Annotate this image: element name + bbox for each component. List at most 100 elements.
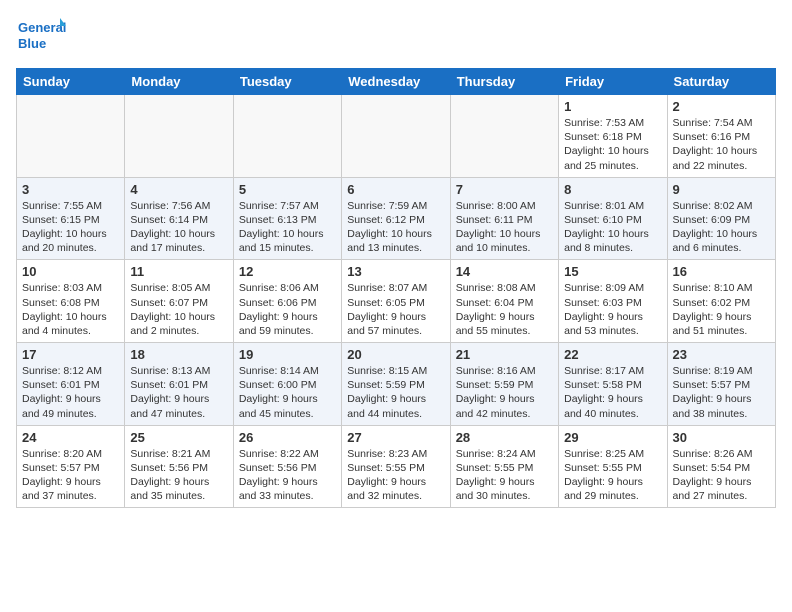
day-number: 17 xyxy=(22,347,119,362)
day-info: Daylight: 10 hours and 2 minutes. xyxy=(130,310,227,338)
day-info: Daylight: 10 hours and 17 minutes. xyxy=(130,227,227,255)
weekday-header: Monday xyxy=(125,69,233,95)
day-info: Sunrise: 7:55 AM xyxy=(22,199,119,213)
day-info: Sunrise: 8:25 AM xyxy=(564,447,661,461)
day-info: Sunset: 6:16 PM xyxy=(673,130,770,144)
day-info: Sunset: 6:09 PM xyxy=(673,213,770,227)
day-number: 16 xyxy=(673,264,770,279)
logo: General Blue xyxy=(16,16,66,60)
calendar-cell: 11 Sunrise: 8:05 AMSunset: 6:07 PMDayligh… xyxy=(125,260,233,343)
day-info: Sunrise: 8:23 AM xyxy=(347,447,444,461)
day-info: Sunrise: 8:19 AM xyxy=(673,364,770,378)
day-info: Sunset: 5:54 PM xyxy=(673,461,770,475)
calendar-cell xyxy=(233,95,341,178)
weekday-header: Wednesday xyxy=(342,69,450,95)
calendar-cell: 24Sunrise: 8:20 AMSunset: 5:57 PMDayligh… xyxy=(17,425,125,508)
day-info: Sunrise: 8:20 AM xyxy=(22,447,119,461)
calendar-cell: 22Sunrise: 8:17 AMSunset: 5:58 PMDayligh… xyxy=(559,343,667,426)
day-info: Sunrise: 8:14 AM xyxy=(239,364,336,378)
day-info: Sunset: 6:15 PM xyxy=(22,213,119,227)
day-info: Daylight: 9 hours and 42 minutes. xyxy=(456,392,553,420)
day-info: Sunset: 6:07 PM xyxy=(130,296,227,310)
calendar-cell: 17Sunrise: 8:12 AMSunset: 6:01 PMDayligh… xyxy=(17,343,125,426)
calendar-header-row: SundayMondayTuesdayWednesdayThursdayFrid… xyxy=(17,69,776,95)
day-info: Sunset: 6:04 PM xyxy=(456,296,553,310)
day-info: Daylight: 10 hours and 15 minutes. xyxy=(239,227,336,255)
day-info: Sunrise: 7:57 AM xyxy=(239,199,336,213)
day-number: 7 xyxy=(456,182,553,197)
day-number: 25 xyxy=(130,430,227,445)
calendar-cell: 15Sunrise: 8:09 AMSunset: 6:03 PMDayligh… xyxy=(559,260,667,343)
calendar-cell: 23Sunrise: 8:19 AMSunset: 5:57 PMDayligh… xyxy=(667,343,775,426)
day-info: Daylight: 9 hours and 33 minutes. xyxy=(239,475,336,503)
weekday-header: Thursday xyxy=(450,69,558,95)
calendar-week-row: 17Sunrise: 8:12 AMSunset: 6:01 PMDayligh… xyxy=(17,343,776,426)
calendar-cell xyxy=(125,95,233,178)
day-info: Daylight: 9 hours and 47 minutes. xyxy=(130,392,227,420)
day-info: Sunset: 6:01 PM xyxy=(22,378,119,392)
day-number: 1 xyxy=(564,99,661,114)
day-info: Daylight: 9 hours and 44 minutes. xyxy=(347,392,444,420)
day-info: Sunset: 5:59 PM xyxy=(347,378,444,392)
day-number: 6 xyxy=(347,182,444,197)
day-info: Sunrise: 7:56 AM xyxy=(130,199,227,213)
day-info: Daylight: 9 hours and 38 minutes. xyxy=(673,392,770,420)
day-info: Sunrise: 8:08 AM xyxy=(456,281,553,295)
day-info: Daylight: 9 hours and 45 minutes. xyxy=(239,392,336,420)
weekday-header: Tuesday xyxy=(233,69,341,95)
day-number: 20 xyxy=(347,347,444,362)
day-number: 5 xyxy=(239,182,336,197)
day-number: 26 xyxy=(239,430,336,445)
day-info: Sunrise: 8:05 AM xyxy=(130,281,227,295)
day-info: Sunset: 5:56 PM xyxy=(239,461,336,475)
calendar-cell: 1Sunrise: 7:53 AMSunset: 6:18 PMDaylight… xyxy=(559,95,667,178)
day-info: Sunset: 5:59 PM xyxy=(456,378,553,392)
day-info: Sunrise: 8:12 AM xyxy=(22,364,119,378)
day-info: Sunset: 6:10 PM xyxy=(564,213,661,227)
day-info: Sunset: 6:11 PM xyxy=(456,213,553,227)
day-info: Sunrise: 8:22 AM xyxy=(239,447,336,461)
calendar-cell: 2Sunrise: 7:54 AMSunset: 6:16 PMDaylight… xyxy=(667,95,775,178)
page-header: General Blue xyxy=(16,16,776,60)
calendar-cell: 12Sunrise: 8:06 AMSunset: 6:06 PMDayligh… xyxy=(233,260,341,343)
day-info: Sunrise: 8:03 AM xyxy=(22,281,119,295)
day-number: 14 xyxy=(456,264,553,279)
day-number: 30 xyxy=(673,430,770,445)
day-number: 12 xyxy=(239,264,336,279)
day-info: Daylight: 10 hours and 22 minutes. xyxy=(673,144,770,172)
day-info: Sunrise: 8:15 AM xyxy=(347,364,444,378)
day-info: Sunset: 6:12 PM xyxy=(347,213,444,227)
day-info: Daylight: 10 hours and 25 minutes. xyxy=(564,144,661,172)
day-info: Daylight: 10 hours and 13 minutes. xyxy=(347,227,444,255)
day-info: Daylight: 9 hours and 30 minutes. xyxy=(456,475,553,503)
day-number: 2 xyxy=(673,99,770,114)
calendar-cell: 28Sunrise: 8:24 AMSunset: 5:55 PMDayligh… xyxy=(450,425,558,508)
calendar-cell: 7Sunrise: 8:00 AMSunset: 6:11 PMDaylight… xyxy=(450,177,558,260)
day-info: Daylight: 9 hours and 40 minutes. xyxy=(564,392,661,420)
day-number: 11 xyxy=(130,264,227,279)
calendar-cell xyxy=(450,95,558,178)
day-info: Daylight: 9 hours and 35 minutes. xyxy=(130,475,227,503)
calendar-cell: 26 Sunrise: 8:22 AMSunset: 5:56 PMDayligh… xyxy=(233,425,341,508)
day-info: Sunrise: 8:21 AM xyxy=(130,447,227,461)
calendar-cell: 20 Sunrise: 8:15 AMSunset: 5:59 PMDayligh… xyxy=(342,343,450,426)
calendar-week-row: 24Sunrise: 8:20 AMSunset: 5:57 PMDayligh… xyxy=(17,425,776,508)
day-info: Sunset: 6:06 PM xyxy=(239,296,336,310)
day-info: Sunset: 6:01 PM xyxy=(130,378,227,392)
day-info: Daylight: 9 hours and 29 minutes. xyxy=(564,475,661,503)
day-info: Sunset: 6:14 PM xyxy=(130,213,227,227)
day-number: 8 xyxy=(564,182,661,197)
calendar-cell xyxy=(17,95,125,178)
day-number: 10 xyxy=(22,264,119,279)
day-info: Sunrise: 8:00 AM xyxy=(456,199,553,213)
day-info: Daylight: 9 hours and 32 minutes. xyxy=(347,475,444,503)
day-info: Sunset: 5:55 PM xyxy=(347,461,444,475)
day-number: 22 xyxy=(564,347,661,362)
svg-text:Blue: Blue xyxy=(18,36,46,51)
day-info: Sunrise: 8:26 AM xyxy=(673,447,770,461)
calendar-cell: 27Sunrise: 8:23 AMSunset: 5:55 PMDayligh… xyxy=(342,425,450,508)
calendar-cell: 16Sunrise: 8:10 AMSunset: 6:02 PMDayligh… xyxy=(667,260,775,343)
day-number: 18 xyxy=(130,347,227,362)
calendar-cell: 19Sunrise: 8:14 AMSunset: 6:00 PMDayligh… xyxy=(233,343,341,426)
day-info: Daylight: 10 hours and 4 minutes. xyxy=(22,310,119,338)
